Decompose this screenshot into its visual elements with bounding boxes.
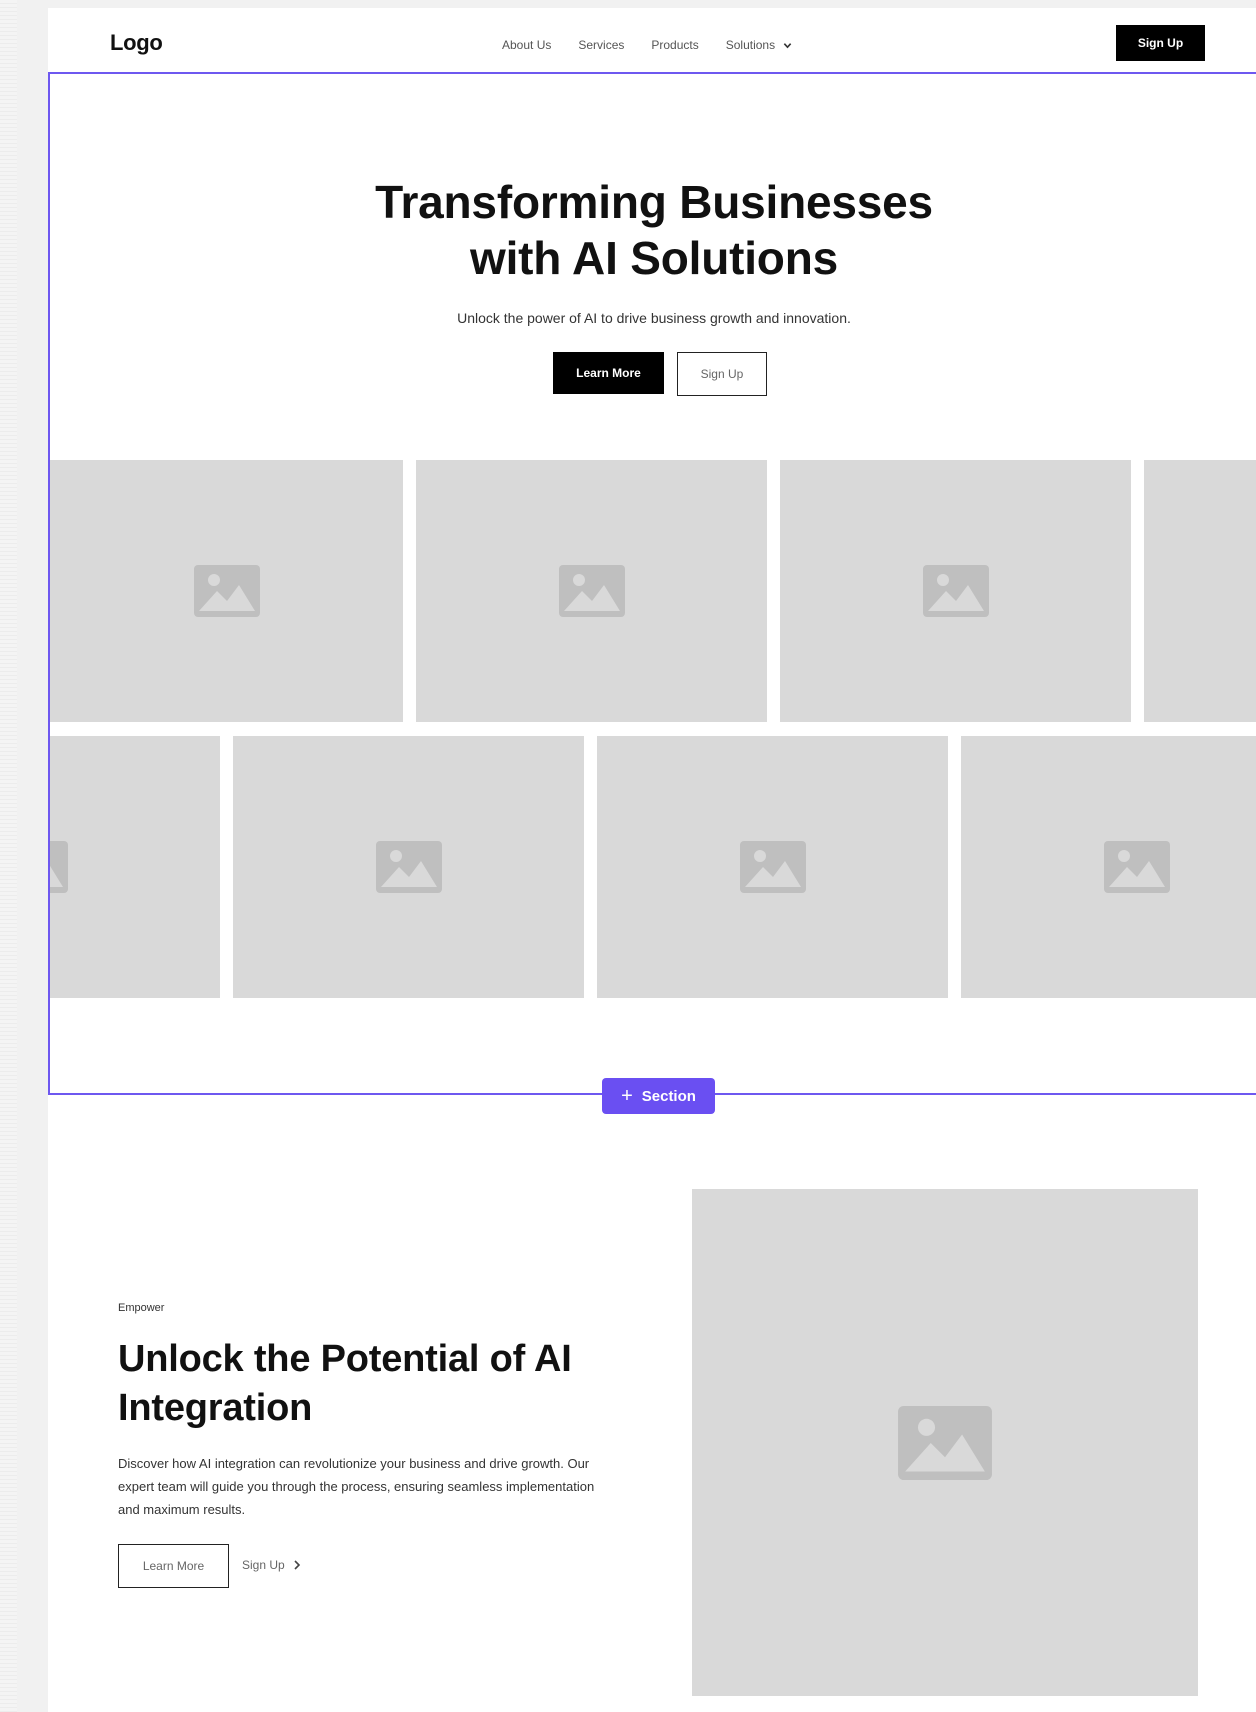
feature-title: Unlock the Potential of AI Integration xyxy=(118,1338,572,1429)
hero-title: Transforming Businesses with AI Solution… xyxy=(50,174,1256,286)
hero-subtitle: Unlock the power of AI to drive business… xyxy=(457,310,851,326)
nav-dropdown-label: Solutions xyxy=(725,38,776,52)
image-placeholder xyxy=(961,736,1256,998)
nav-link-products[interactable]: Products xyxy=(651,38,698,52)
image-icon xyxy=(1103,841,1170,893)
add-section-label: Section xyxy=(641,1087,696,1105)
image-icon xyxy=(898,1405,992,1480)
nav-signup-button[interactable]: Sign Up xyxy=(1116,25,1205,61)
image-icon xyxy=(50,841,68,893)
image-icon xyxy=(922,565,989,617)
feature-signup-label: Sign Up xyxy=(242,1558,285,1572)
image-placeholder xyxy=(233,736,584,998)
image-placeholder xyxy=(50,460,403,722)
hero-signup-button[interactable]: Sign Up xyxy=(677,352,767,396)
hero-learn-more-button[interactable]: Learn More xyxy=(553,352,664,394)
image-placeholder xyxy=(780,460,1131,722)
logo[interactable]: Logo xyxy=(110,30,163,56)
nav-link-about-us[interactable]: About Us xyxy=(502,38,551,52)
nav-links: About Us Services Products Solutions xyxy=(502,38,792,52)
nav-dropdown-solutions[interactable]: Solutions xyxy=(726,38,792,52)
feature-learn-more-button[interactable]: Learn More xyxy=(118,1544,229,1588)
image-placeholder xyxy=(1144,460,1256,722)
nav-link-services[interactable]: Services xyxy=(578,38,624,52)
chevron-right-icon xyxy=(294,1560,300,1570)
feature-image-placeholder xyxy=(692,1189,1198,1696)
image-icon xyxy=(739,841,806,893)
chevron-down-icon xyxy=(783,42,792,48)
feature-signup-link[interactable]: Sign Up xyxy=(242,1558,301,1572)
plus-icon: + xyxy=(621,1085,633,1107)
image-icon xyxy=(558,565,625,617)
page-canvas: Logo About Us Services Products Solution… xyxy=(48,8,1256,1712)
hero-title-line2: with AI Solutions xyxy=(470,232,838,284)
editor-left-strip xyxy=(0,0,17,1712)
image-placeholder xyxy=(50,736,220,998)
hero-section[interactable]: Transforming Businesses with AI Solution… xyxy=(48,72,1256,1095)
image-placeholder xyxy=(597,736,948,998)
feature-body: Discover how AI integration can revoluti… xyxy=(118,1456,595,1517)
navbar: Logo About Us Services Products Solution… xyxy=(48,8,1256,72)
image-icon xyxy=(375,841,442,893)
image-icon xyxy=(193,565,260,617)
hero-title-line1: Transforming Businesses xyxy=(375,176,933,228)
image-placeholder xyxy=(416,460,767,722)
feature-eyebrow: Empower xyxy=(118,1302,165,1314)
add-section-button[interactable]: + Section xyxy=(602,1078,715,1114)
